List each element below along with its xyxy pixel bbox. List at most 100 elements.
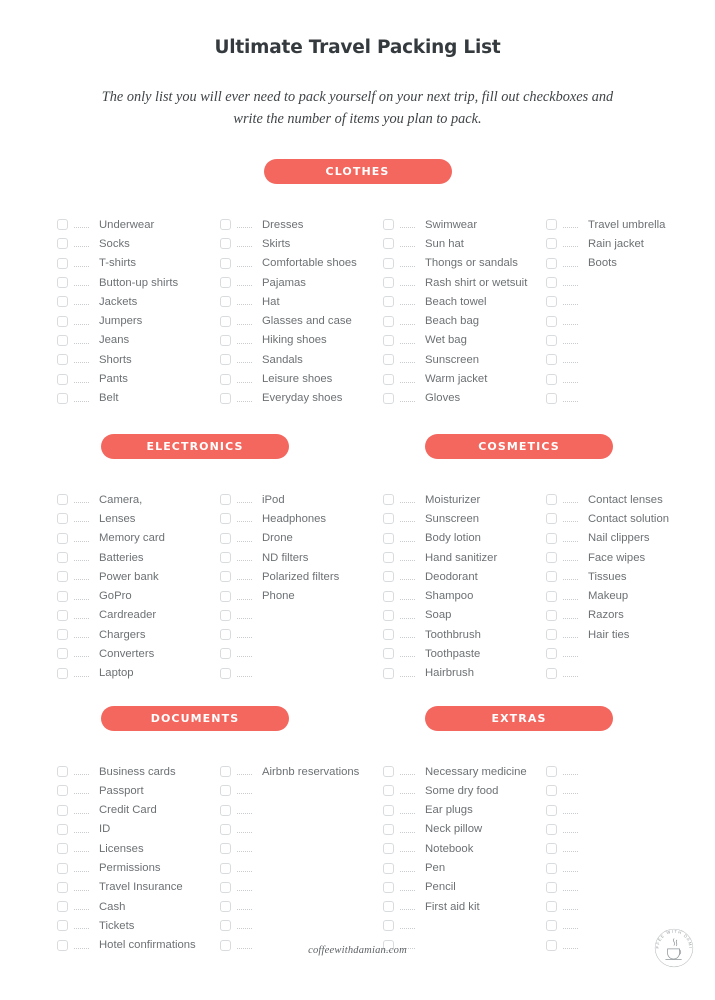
quantity-write-in-line[interactable]: [237, 393, 254, 404]
checkbox-icon[interactable]: [57, 277, 68, 289]
checkbox-icon[interactable]: [383, 609, 394, 621]
quantity-write-in-line[interactable]: [400, 766, 417, 777]
quantity-write-in-line[interactable]: [400, 238, 417, 249]
quantity-write-in-line[interactable]: [237, 591, 254, 602]
checkbox-icon[interactable]: [546, 843, 557, 855]
checkbox-icon[interactable]: [546, 629, 557, 641]
quantity-write-in-line[interactable]: [237, 335, 254, 346]
quantity-write-in-line[interactable]: [563, 571, 580, 582]
checkbox-icon[interactable]: [57, 296, 68, 308]
checkbox-icon[interactable]: [546, 881, 557, 893]
checkbox-icon[interactable]: [220, 238, 231, 250]
checkbox-icon[interactable]: [546, 590, 557, 602]
checkbox-icon[interactable]: [57, 238, 68, 250]
checkbox-icon[interactable]: [57, 667, 68, 679]
checkbox-icon[interactable]: [220, 881, 231, 893]
footer-website-url[interactable]: coffeewithdamian.com: [0, 945, 715, 956]
checkbox-icon[interactable]: [383, 296, 394, 308]
checkbox-icon[interactable]: [383, 590, 394, 602]
quantity-write-in-line[interactable]: [563, 591, 580, 602]
checkbox-icon[interactable]: [220, 648, 231, 660]
quantity-write-in-line[interactable]: [563, 258, 580, 269]
quantity-write-in-line[interactable]: [400, 882, 417, 893]
checkbox-icon[interactable]: [57, 494, 68, 506]
checkbox-icon[interactable]: [546, 277, 557, 289]
checkbox-icon[interactable]: [57, 766, 68, 778]
quantity-write-in-line[interactable]: [237, 882, 254, 893]
quantity-write-in-line[interactable]: [563, 610, 580, 621]
quantity-write-in-line[interactable]: [400, 354, 417, 365]
quantity-write-in-line[interactable]: [237, 277, 254, 288]
checkbox-icon[interactable]: [220, 843, 231, 855]
checkbox-icon[interactable]: [220, 296, 231, 308]
checkbox-icon[interactable]: [546, 373, 557, 385]
checkbox-icon[interactable]: [57, 373, 68, 385]
checkbox-icon[interactable]: [220, 609, 231, 621]
quantity-write-in-line[interactable]: [563, 238, 580, 249]
checkbox-icon[interactable]: [57, 590, 68, 602]
checkbox-icon[interactable]: [57, 629, 68, 641]
quantity-write-in-line[interactable]: [400, 494, 417, 505]
checkbox-icon[interactable]: [383, 392, 394, 404]
quantity-write-in-line[interactable]: [237, 901, 254, 912]
quantity-write-in-line[interactable]: [400, 610, 417, 621]
quantity-write-in-line[interactable]: [563, 863, 580, 874]
quantity-write-in-line[interactable]: [237, 766, 254, 777]
checkbox-icon[interactable]: [546, 315, 557, 327]
quantity-write-in-line[interactable]: [400, 513, 417, 524]
checkbox-icon[interactable]: [57, 513, 68, 525]
checkbox-icon[interactable]: [546, 219, 557, 231]
checkbox-icon[interactable]: [546, 392, 557, 404]
quantity-write-in-line[interactable]: [563, 824, 580, 835]
quantity-write-in-line[interactable]: [237, 374, 254, 385]
checkbox-icon[interactable]: [383, 862, 394, 874]
checkbox-icon[interactable]: [383, 881, 394, 893]
checkbox-icon[interactable]: [57, 354, 68, 366]
checkbox-icon[interactable]: [220, 667, 231, 679]
checkbox-icon[interactable]: [220, 823, 231, 835]
quantity-write-in-line[interactable]: [563, 335, 580, 346]
checkbox-icon[interactable]: [57, 571, 68, 583]
quantity-write-in-line[interactable]: [400, 863, 417, 874]
quantity-write-in-line[interactable]: [74, 238, 91, 249]
checkbox-icon[interactable]: [383, 629, 394, 641]
quantity-write-in-line[interactable]: [74, 785, 91, 796]
checkbox-icon[interactable]: [546, 238, 557, 250]
checkbox-icon[interactable]: [546, 862, 557, 874]
checkbox-icon[interactable]: [57, 648, 68, 660]
quantity-write-in-line[interactable]: [400, 901, 417, 912]
quantity-write-in-line[interactable]: [563, 552, 580, 563]
checkbox-icon[interactable]: [383, 257, 394, 269]
section-badge-documents[interactable]: DOCUMENTS: [101, 705, 289, 731]
quantity-write-in-line[interactable]: [74, 824, 91, 835]
quantity-write-in-line[interactable]: [237, 494, 254, 505]
checkbox-icon[interactable]: [220, 277, 231, 289]
quantity-write-in-line[interactable]: [563, 882, 580, 893]
checkbox-icon[interactable]: [546, 667, 557, 679]
checkbox-icon[interactable]: [57, 552, 68, 563]
quantity-write-in-line[interactable]: [74, 374, 91, 385]
quantity-write-in-line[interactable]: [563, 277, 580, 288]
section-badge-cosmetics[interactable]: COSMETICS: [425, 433, 613, 459]
checkbox-icon[interactable]: [57, 881, 68, 893]
quantity-write-in-line[interactable]: [400, 277, 417, 288]
checkbox-icon[interactable]: [220, 494, 231, 506]
quantity-write-in-line[interactable]: [400, 668, 417, 679]
quantity-write-in-line[interactable]: [400, 805, 417, 816]
checkbox-icon[interactable]: [383, 334, 394, 346]
quantity-write-in-line[interactable]: [563, 805, 580, 816]
quantity-write-in-line[interactable]: [400, 296, 417, 307]
quantity-write-in-line[interactable]: [400, 629, 417, 640]
quantity-write-in-line[interactable]: [74, 296, 91, 307]
quantity-write-in-line[interactable]: [400, 648, 417, 659]
checkbox-icon[interactable]: [546, 354, 557, 366]
checkbox-icon[interactable]: [220, 785, 231, 797]
quantity-write-in-line[interactable]: [563, 296, 580, 307]
quantity-write-in-line[interactable]: [563, 648, 580, 659]
quantity-write-in-line[interactable]: [74, 629, 91, 640]
quantity-write-in-line[interactable]: [74, 591, 91, 602]
checkbox-icon[interactable]: [57, 609, 68, 621]
quantity-write-in-line[interactable]: [563, 374, 580, 385]
checkbox-icon[interactable]: [220, 901, 231, 913]
quantity-write-in-line[interactable]: [563, 513, 580, 524]
